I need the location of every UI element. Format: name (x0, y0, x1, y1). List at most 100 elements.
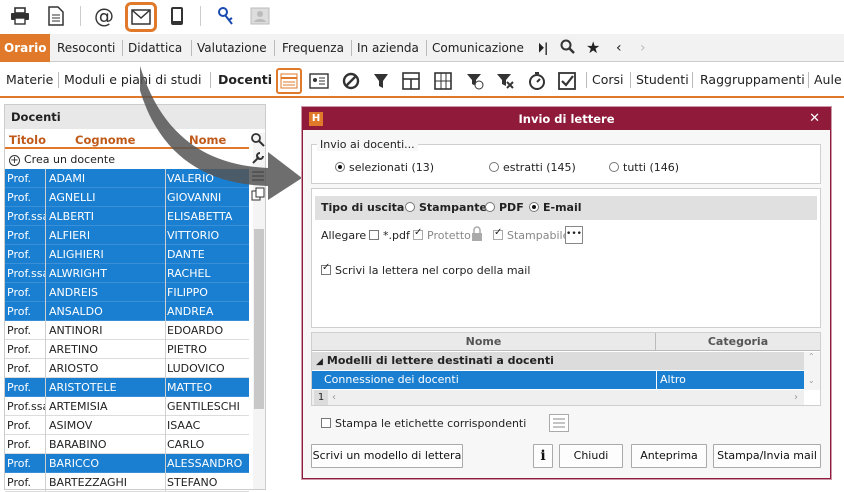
table-hscrollbar[interactable]: 1 ‹ › (312, 390, 804, 405)
add-circle-icon: + (9, 155, 20, 166)
menu-item-comunicazione[interactable]: Comunicazione (428, 34, 528, 62)
tab-raggruppamenti[interactable]: Raggruppamenti (698, 64, 807, 96)
radio-email[interactable]: E-mail (529, 201, 582, 214)
filter-icon[interactable] (368, 68, 394, 94)
table-row[interactable]: Prof.ssa ARTEMISIA GENTILESCHI (5, 397, 249, 416)
tab-corsi[interactable]: Corsi (590, 64, 626, 96)
row-title: Prof.ssa (7, 267, 45, 280)
column-divider (165, 169, 166, 491)
table-row[interactable]: Prof. ANTINORI EDOARDO (5, 321, 249, 340)
label-sheet-icon[interactable] (549, 414, 569, 432)
write-in-body-checkbox[interactable]: Scrivi la lettera nel corpo della mail (321, 262, 530, 277)
radio-extracted[interactable]: estratti (145) (489, 161, 576, 174)
row-surname: BARABINO (49, 438, 107, 451)
table-row[interactable]: Prof. ARETINO PIETRO (5, 340, 249, 359)
table-row[interactable]: Prof. BARICCO ALESSANDRO (5, 454, 249, 473)
print-labels-label: Stampa le etichette corrispondenti (335, 417, 527, 430)
tab-studenti[interactable]: Studenti (634, 64, 691, 96)
table-row[interactable]: Prof. BARABINO CARLO (5, 435, 249, 454)
row-title: Prof. (7, 362, 32, 375)
chevron-left-icon[interactable]: ‹ (612, 34, 626, 62)
print-icon[interactable] (8, 4, 32, 28)
radio-all[interactable]: tutti (146) (609, 161, 679, 174)
preview-button[interactable]: Anteprima (631, 444, 707, 468)
star-icon[interactable]: ★ (582, 34, 604, 62)
col-header-nome[interactable]: Nome (312, 333, 656, 351)
letter-group-label: Modelli di lettere destinati a docenti (326, 354, 554, 367)
key-icon[interactable] (214, 4, 238, 28)
letter-group-row[interactable]: ◢ Modelli di lettere destinati a docenti (312, 352, 804, 370)
forbidden-icon[interactable] (338, 68, 364, 94)
radio-on-icon (335, 162, 345, 172)
grid-icon[interactable] (398, 68, 424, 94)
col-header-title[interactable]: Titolo (9, 133, 46, 147)
output-type-label: Tipo di uscita : (321, 201, 413, 214)
at-email-icon[interactable]: @ (92, 4, 116, 28)
attach-pdf-checkbox[interactable]: *.pdf (369, 229, 410, 242)
collapse-triangle-icon: ◢ (316, 357, 323, 367)
remove-filter-icon[interactable] (492, 68, 518, 94)
scrollbar-thumb[interactable] (254, 229, 264, 409)
row-surname: BARICCO (49, 457, 99, 470)
close-button[interactable]: Chiudi (559, 444, 623, 468)
table-row[interactable]: Prof. BARTEZZAGHI STEFANO (5, 473, 249, 492)
radio-printer[interactable]: Stampante (405, 201, 487, 214)
timer-icon[interactable] (524, 68, 550, 94)
table-row[interactable]: Prof.ssa ALBERTI ELISABETTA (5, 207, 249, 226)
row-name: STEFANO (167, 476, 218, 489)
table-row[interactable]: Prof. ARISTOTELE MATTEO (5, 378, 249, 397)
print-labels-checkbox[interactable]: Stampa le etichette corrispondenti (321, 417, 526, 430)
tab-materie[interactable]: Materie (4, 64, 55, 96)
radio-selected[interactable]: selezionati (13) (335, 161, 434, 174)
clock-filter-icon[interactable] (462, 68, 488, 94)
table-row[interactable]: Prof. ALIGHIERI DANTE (5, 245, 249, 264)
table-scrollbar[interactable]: ⌃ ⌄ (804, 352, 820, 390)
scroll-right-icon[interactable]: › (794, 390, 798, 405)
table-row[interactable]: Prof. ALFIERI VITTORIO (5, 226, 249, 245)
row-name: VITTORIO (167, 229, 220, 242)
row-surname: ARISTOTELE (49, 381, 117, 394)
table-row[interactable]: Prof.ssa ALWRIGHT RACHEL (5, 264, 249, 283)
table-row[interactable]: Prof. ARIOSTO LUDOVICO (5, 359, 249, 378)
table-row[interactable]: Prof. ASIMOV ISAAC (5, 416, 249, 435)
tab-aule[interactable]: Aule (812, 64, 844, 96)
tablet-icon[interactable] (165, 4, 189, 28)
row-title: Prof. (7, 343, 32, 356)
document-icon[interactable] (44, 4, 68, 28)
row-name: DANTE (167, 248, 205, 261)
scroll-up-icon[interactable]: ⌃ (808, 352, 815, 361)
menu-item-in-azienda[interactable]: In azienda (353, 34, 423, 62)
scroll-down-icon[interactable]: ⌄ (808, 376, 815, 385)
col-header-categoria[interactable]: Categoria (656, 333, 820, 351)
table-row[interactable]: Prof. ANSALDO ANDREA (5, 302, 249, 321)
attach-pdf-label: *.pdf (383, 229, 410, 242)
close-icon[interactable]: ✕ (809, 108, 820, 130)
envelope-icon[interactable] (125, 2, 157, 32)
menu-item-valutazione[interactable]: Valutazione (193, 34, 271, 62)
write-model-button[interactable]: Scrivi un modello di lettera (311, 444, 463, 468)
print-send-button[interactable]: Stampa/Invia mail (713, 444, 821, 468)
dialog-titlebar: H Invio di lettere ✕ (303, 108, 830, 130)
row-surname: ALIGHIERI (49, 248, 104, 261)
table-row[interactable]: Prof. ANDREIS FILIPPO (5, 283, 249, 302)
skip-end-icon[interactable]: ⏵| (534, 34, 552, 62)
scroll-left-icon[interactable]: ‹ (332, 390, 336, 405)
teacher-rows: Prof. ADAMI VALERIO Prof. AGNELLI GIOVANNI Pro… (5, 169, 249, 492)
col-header-surname[interactable]: Cognome (75, 133, 135, 147)
letter-row[interactable]: Connessione dei docenti Altro (312, 371, 804, 389)
menu-item-orario[interactable]: Orario (0, 34, 50, 62)
menu-item-didattica[interactable]: Didattica (124, 34, 186, 62)
search-icon[interactable] (556, 34, 580, 62)
radio-pdf[interactable]: PDF (485, 201, 524, 214)
menu-item-frequenza[interactable]: Frequenza (278, 34, 348, 62)
checkbox-icon[interactable] (554, 68, 580, 94)
menu-item-resoconti[interactable]: Resoconti (53, 34, 119, 62)
create-teacher-row[interactable]: + Crea un docente (9, 151, 115, 169)
radio-pdf-label: PDF (499, 201, 524, 214)
more-options-button[interactable]: ••• (565, 226, 583, 244)
row-surname: ANTINORI (49, 324, 103, 337)
submenu-separator (692, 72, 693, 88)
row-surname: BARTEZZAGHI (49, 476, 128, 489)
info-button[interactable]: i (533, 444, 553, 468)
table-icon[interactable] (430, 68, 456, 94)
